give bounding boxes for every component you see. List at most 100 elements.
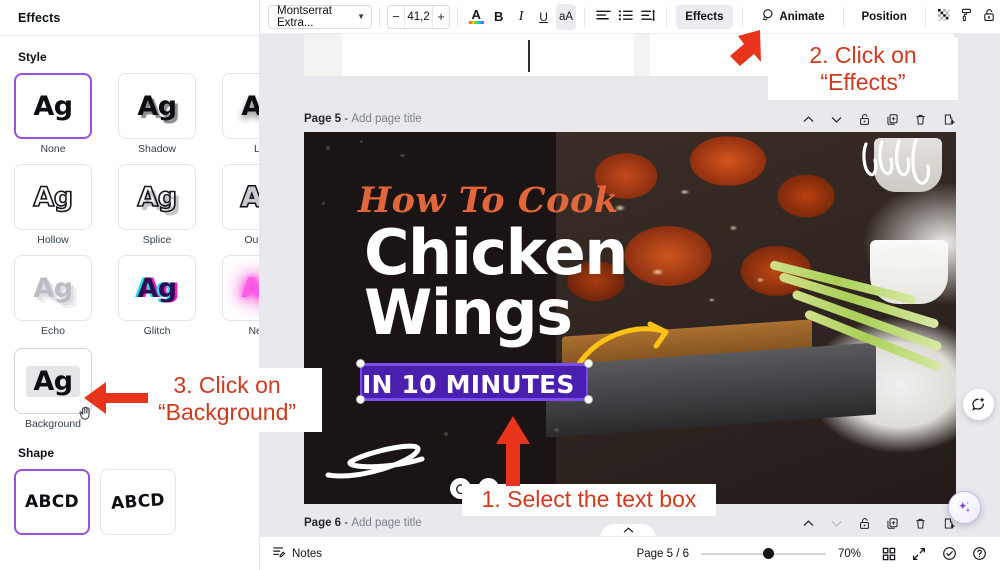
style-swatch-glitch[interactable]: Ag <box>118 255 196 321</box>
style-option-lift[interactable]: Ag Lift <box>222 73 260 155</box>
style-swatch-lift[interactable]: Ag <box>222 73 259 139</box>
resize-handle-top-right[interactable] <box>584 359 593 368</box>
notes-label: Notes <box>292 547 323 560</box>
move-page-down-icon[interactable] <box>829 112 844 127</box>
position-button[interactable]: Position <box>852 5 915 29</box>
bold-icon: B <box>493 9 504 24</box>
shape-sample-straight: ABCD <box>25 492 79 512</box>
page-title-separator: - <box>344 517 349 529</box>
transparency-button[interactable] <box>934 4 954 30</box>
line-spacing-button[interactable] <box>638 4 658 30</box>
comment-button[interactable] <box>963 389 994 420</box>
zoom-slider[interactable] <box>701 548 826 560</box>
annotation-step-2: 2. Click on “Effects” <box>768 38 958 100</box>
text-color-letter: A <box>471 7 481 22</box>
animate-button-label: Animate <box>779 10 825 23</box>
design-subtitle[interactable]: IN 10 MINUTES <box>362 370 575 399</box>
notes-button[interactable]: Notes <box>272 545 322 562</box>
style-sample-text: Ag <box>33 90 73 122</box>
style-label-shadow: Shadow <box>138 143 176 155</box>
design-heading-line-1[interactable]: Chicken <box>364 221 628 283</box>
style-swatch-outline[interactable]: Ag <box>222 164 259 230</box>
style-option-glitch[interactable]: Ag Glitch <box>118 255 196 337</box>
style-swatch-echo[interactable]: Ag <box>14 255 92 321</box>
font-family-value: Montserrat Extra... <box>277 4 332 29</box>
grid-icon <box>882 547 896 560</box>
text-color-button[interactable]: A <box>466 4 486 30</box>
align-left-icon <box>596 9 611 25</box>
copy-style-button[interactable] <box>956 4 976 30</box>
canvas-scroll-area[interactable]: Page 5 - Add page title How To Cook Chic… <box>260 34 1000 536</box>
style-swatch-hollow[interactable]: Ag <box>14 164 92 230</box>
shape-option-curved[interactable]: ABCD <box>100 469 176 535</box>
lock-page-icon[interactable] <box>857 112 872 127</box>
font-size-input[interactable]: 41,2 <box>404 5 433 28</box>
style-swatch-none[interactable]: Ag <box>14 73 92 139</box>
design-heading-line-2[interactable]: Wings <box>364 281 573 343</box>
font-family-select[interactable]: Montserrat Extra... ▼ <box>268 4 373 29</box>
grid-view-button[interactable] <box>880 545 898 563</box>
animate-icon <box>760 8 774 25</box>
fullscreen-button[interactable] <box>910 545 928 563</box>
font-size-decrease-button[interactable]: − <box>388 6 404 28</box>
toolbar-divider <box>379 6 380 27</box>
side-panel-header: Effects <box>0 0 259 36</box>
lock-button[interactable] <box>979 4 999 30</box>
bullet-list-icon <box>618 9 633 25</box>
scribble-doodle-bottom <box>325 443 425 479</box>
style-swatch-splice[interactable]: Ag <box>118 164 196 230</box>
style-sample-text: Ag <box>137 272 177 304</box>
page-6-title-placeholder[interactable]: Add page title <box>351 517 421 529</box>
style-option-none[interactable]: Ag None <box>14 73 92 155</box>
annotation-step-2-line-1: 2. Click on <box>809 42 917 68</box>
style-option-neon[interactable]: Ag Neon <box>222 255 259 337</box>
resize-handle-bottom-left[interactable] <box>356 395 365 404</box>
bullet-list-button[interactable] <box>616 4 636 30</box>
shape-grid: ABCD ABCD <box>0 469 259 535</box>
style-option-hollow[interactable]: Ag Hollow <box>14 164 92 246</box>
bold-button[interactable]: B <box>488 4 508 30</box>
zoom-slider-knob[interactable] <box>763 548 774 559</box>
style-swatch-shadow[interactable]: Ag <box>118 73 196 139</box>
page-5-title-placeholder[interactable]: Add page title <box>351 113 421 125</box>
font-size-increase-button[interactable]: + <box>433 6 449 28</box>
annotation-step-3-line-1: 3. Click on <box>173 372 281 398</box>
duplicate-page-icon[interactable] <box>885 112 900 127</box>
text-align-button[interactable] <box>593 4 613 30</box>
resize-handle-bottom-right[interactable] <box>584 395 593 404</box>
design-script-title[interactable]: How To Cook <box>358 180 619 221</box>
move-page-up-icon[interactable] <box>801 516 816 531</box>
italic-button[interactable]: I <box>511 4 531 30</box>
style-label-none: None <box>40 143 66 155</box>
red-arrow-to-effects <box>730 30 761 66</box>
page-5-header-bar: Page 5 - Add page title <box>304 106 956 132</box>
lock-page-icon[interactable] <box>857 516 872 531</box>
style-section-label: Style <box>18 50 47 64</box>
font-size-stepper[interactable]: − 41,2 + <box>386 4 451 29</box>
color-spectrum-bar <box>468 21 484 24</box>
letter-case-button[interactable]: aA <box>555 3 577 30</box>
style-option-splice[interactable]: Ag Splice <box>118 164 196 246</box>
help-button[interactable] <box>970 545 988 563</box>
move-page-up-icon[interactable] <box>801 112 816 127</box>
style-swatch-neon[interactable]: Ag <box>222 255 259 321</box>
toolbar-divider <box>842 6 844 27</box>
status-bar-right: Page 5 / 6 70% <box>637 545 988 563</box>
style-label-lift: Lift <box>253 143 260 155</box>
page-5-slide[interactable]: How To Cook Chicken Wings IN 10 MINUTES <box>304 132 956 504</box>
style-option-echo[interactable]: Ag Echo <box>14 255 92 337</box>
add-page-icon[interactable] <box>941 112 956 127</box>
shape-option-straight[interactable]: ABCD <box>14 469 90 535</box>
lock-open-icon <box>982 8 996 25</box>
resize-handle-top-left[interactable] <box>356 359 365 368</box>
magic-studio-button[interactable] <box>948 491 981 524</box>
style-option-outline[interactable]: Ag Outline <box>222 164 259 246</box>
duplicate-page-icon[interactable] <box>885 516 900 531</box>
page-6-number: Page 6 <box>304 517 342 529</box>
style-option-shadow[interactable]: Ag Shadow <box>118 73 196 155</box>
saved-status-button[interactable] <box>940 545 958 563</box>
underline-button[interactable]: U <box>533 4 553 30</box>
delete-page-icon[interactable] <box>913 112 928 127</box>
delete-page-icon[interactable] <box>913 516 928 531</box>
text-toolbar: Montserrat Extra... ▼ − 41,2 + A B I U a… <box>260 0 1000 34</box>
